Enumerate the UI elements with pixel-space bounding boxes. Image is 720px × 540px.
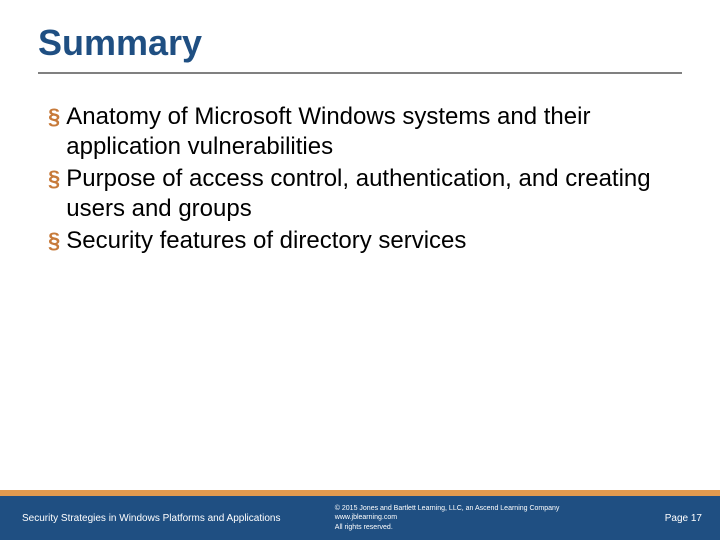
list-item: § Anatomy of Microsoft Windows systems a… bbox=[48, 102, 672, 162]
footer-bar: Security Strategies in Windows Platforms… bbox=[0, 496, 720, 540]
footer-copyright: © 2015 Jones and Bartlett Learning, LLC,… bbox=[335, 504, 653, 532]
page-title: Summary bbox=[0, 0, 720, 70]
slide: Summary § Anatomy of Microsoft Windows s… bbox=[0, 0, 720, 540]
copyright-line: All rights reserved. bbox=[335, 523, 653, 532]
bullet-icon: § bbox=[48, 102, 60, 132]
slide-footer: Security Strategies in Windows Platforms… bbox=[0, 490, 720, 540]
bullet-text: Security features of directory services bbox=[66, 226, 466, 256]
bullet-icon: § bbox=[48, 164, 60, 194]
bullet-icon: § bbox=[48, 226, 60, 256]
list-item: § Purpose of access control, authenticat… bbox=[48, 164, 672, 224]
copyright-line: © 2015 Jones and Bartlett Learning, LLC,… bbox=[335, 504, 653, 513]
slide-body: § Anatomy of Microsoft Windows systems a… bbox=[0, 74, 720, 256]
page-number: Page 17 bbox=[653, 513, 702, 524]
bullet-text: Anatomy of Microsoft Windows systems and… bbox=[66, 102, 672, 162]
copyright-line: www.jblearning.com bbox=[335, 513, 653, 522]
footer-title: Security Strategies in Windows Platforms… bbox=[22, 513, 335, 524]
bullet-text: Purpose of access control, authenticatio… bbox=[66, 164, 672, 224]
list-item: § Security features of directory service… bbox=[48, 226, 672, 256]
